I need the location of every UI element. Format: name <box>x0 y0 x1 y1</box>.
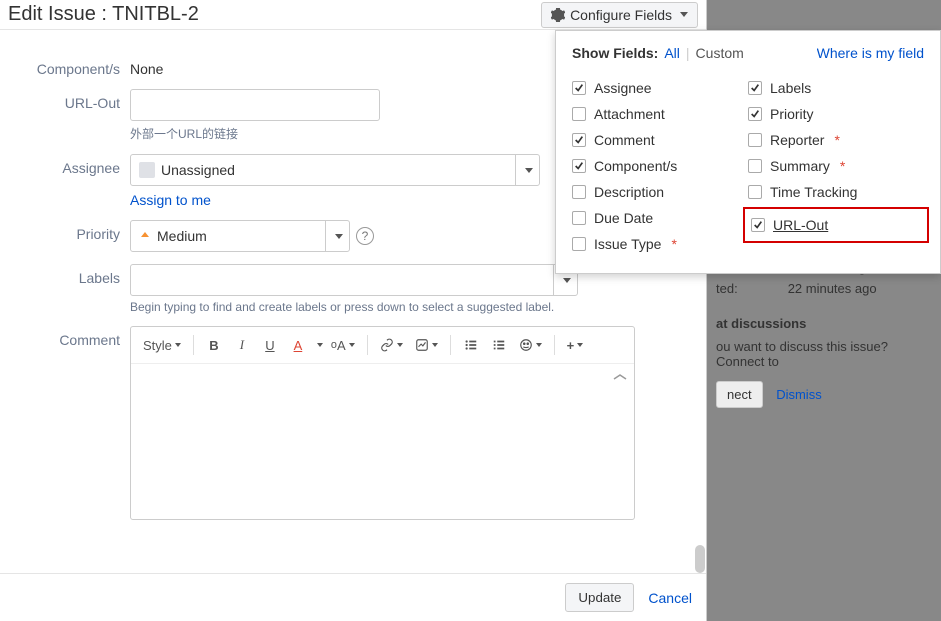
url-out-label: URL-Out <box>25 89 130 111</box>
format-menu-icon[interactable]: oA <box>327 333 359 357</box>
priority-select[interactable]: Medium <box>130 220 350 252</box>
url-out-input[interactable] <box>130 89 380 121</box>
updated-label: ted: <box>716 281 738 296</box>
priority-medium-icon <box>139 230 151 242</box>
assignee-label: Assignee <box>25 154 130 176</box>
priority-label: Priority <box>25 220 130 242</box>
labels-select[interactable] <box>130 264 578 296</box>
show-fields-all[interactable]: All <box>664 45 680 61</box>
comment-editor[interactable]: Style B I U A oA <box>130 326 635 520</box>
chevron-down-icon <box>563 278 571 283</box>
show-fields-custom[interactable]: Custom <box>696 45 744 61</box>
field-label: Labels <box>770 80 811 96</box>
discussions-heading: at discussions <box>716 316 931 331</box>
number-list-icon[interactable] <box>487 333 511 357</box>
checkbox-icon <box>572 133 586 147</box>
configure-fields-menu: Show Fields: All | Custom Where is my fi… <box>555 30 941 274</box>
field-label: Time Tracking <box>770 184 857 200</box>
field-toggle-issue-type[interactable]: Issue Type * <box>572 231 748 257</box>
bullet-list-icon[interactable] <box>459 333 483 357</box>
field-label: Summary <box>770 158 830 174</box>
field-toggle-url-out[interactable]: URL-Out <box>751 212 921 238</box>
checkbox-icon <box>748 159 762 173</box>
discussions-msg: ou want to discuss this issue? Connect t… <box>716 339 931 369</box>
field-label: Attachment <box>594 106 665 122</box>
field-toggle-summary[interactable]: Summary * <box>748 153 924 179</box>
insert-menu-icon[interactable]: + <box>563 333 588 357</box>
checkbox-icon <box>748 133 762 147</box>
field-label: Reporter <box>770 132 824 148</box>
link-icon[interactable] <box>376 333 407 357</box>
checkbox-icon <box>748 107 762 121</box>
field-toggle-attachment[interactable]: Attachment <box>572 101 748 127</box>
configure-fields-button[interactable]: Configure Fields <box>541 2 698 28</box>
italic-icon[interactable]: I <box>230 333 254 357</box>
dialog-title: Edit Issue : TNITBL-2 <box>8 3 199 26</box>
checkbox-icon <box>748 185 762 199</box>
checkbox-icon <box>572 237 586 251</box>
field-toggle-component-s[interactable]: Component/s <box>572 153 748 179</box>
comment-label: Comment <box>25 326 130 348</box>
field-label: Due Date <box>594 210 653 226</box>
update-button[interactable]: Update <box>565 583 634 612</box>
labels-label: Labels <box>25 264 130 286</box>
field-label: Comment <box>594 132 655 148</box>
field-label: Issue Type <box>594 236 661 252</box>
collapse-toolbar-icon[interactable] <box>612 370 628 386</box>
rte-toolbar: Style B I U A oA <box>131 327 634 364</box>
field-toggle-time-tracking[interactable]: Time Tracking <box>748 179 924 205</box>
checkbox-icon <box>572 107 586 121</box>
updated-value: 22 minutes ago <box>788 281 877 296</box>
avatar-icon <box>139 162 155 178</box>
required-asterisk: * <box>671 236 676 252</box>
cancel-link[interactable]: Cancel <box>648 590 692 606</box>
field-label: Assignee <box>594 80 652 96</box>
field-toggle-priority[interactable]: Priority <box>748 101 924 127</box>
labels-helper: Begin typing to find and create labels o… <box>130 300 681 314</box>
connect-button[interactable]: nect <box>716 381 763 408</box>
dialog-footer: Update Cancel <box>0 573 706 621</box>
configure-fields-label: Configure Fields <box>570 7 672 23</box>
dialog-header: Edit Issue : TNITBL-2 Configure Fields <box>0 0 706 30</box>
field-toggle-reporter[interactable]: Reporter * <box>748 127 924 153</box>
gear-icon <box>551 8 565 22</box>
assignee-value: Unassigned <box>161 162 235 178</box>
dismiss-link[interactable]: Dismiss <box>776 387 822 402</box>
emoji-icon[interactable] <box>515 333 546 357</box>
bold-icon[interactable]: B <box>202 333 226 357</box>
scrollbar-thumb[interactable] <box>695 545 705 573</box>
checkbox-icon <box>751 218 765 232</box>
field-toggle-labels[interactable]: Labels <box>748 75 924 101</box>
checkbox-icon <box>748 81 762 95</box>
required-asterisk: * <box>834 132 839 148</box>
assignee-select[interactable]: Unassigned <box>130 154 540 186</box>
field-label: Description <box>594 184 664 200</box>
field-toggle-assignee[interactable]: Assignee <box>572 75 748 101</box>
checkbox-icon <box>572 185 586 199</box>
rte-style-menu[interactable]: Style <box>139 333 185 357</box>
checkbox-icon <box>572 159 586 173</box>
field-toggle-description[interactable]: Description <box>572 179 748 205</box>
components-label: Component/s <box>25 55 130 77</box>
chevron-down-icon <box>680 12 688 17</box>
field-toggle-due-date[interactable]: Due Date <box>572 205 748 231</box>
priority-value: Medium <box>157 228 207 244</box>
comment-textarea[interactable] <box>131 364 634 519</box>
field-label: Component/s <box>594 158 677 174</box>
underline-icon[interactable]: U <box>258 333 282 357</box>
text-color-icon[interactable]: A <box>286 333 310 357</box>
checkbox-icon <box>572 81 586 95</box>
field-toggle-comment[interactable]: Comment <box>572 127 748 153</box>
chevron-down-icon <box>335 234 343 239</box>
checkbox-icon <box>572 211 586 225</box>
chevron-down-icon <box>525 168 533 173</box>
help-icon[interactable]: ? <box>356 227 374 245</box>
required-asterisk: * <box>840 158 845 174</box>
field-label: URL-Out <box>773 217 828 233</box>
field-label: Priority <box>770 106 814 122</box>
where-is-field-link[interactable]: Where is my field <box>817 45 924 61</box>
attachment-icon[interactable] <box>411 333 442 357</box>
show-fields-label: Show Fields: <box>572 45 658 61</box>
